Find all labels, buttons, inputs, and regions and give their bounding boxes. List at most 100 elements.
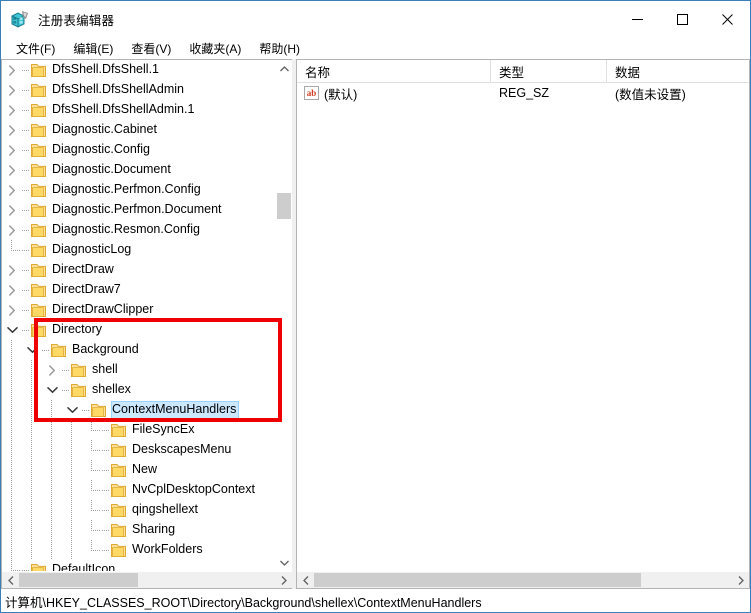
column-header-name[interactable]: 名称 [297, 60, 491, 82]
tree-item-new[interactable]: New [2, 460, 275, 480]
tree-horizontal-scrollbar[interactable] [2, 571, 292, 588]
tree-item-diagnostic-resmon-config[interactable]: Diagnostic.Resmon.Config [2, 220, 275, 240]
tree-item-shell[interactable]: shell [2, 360, 275, 380]
tree-item-directory[interactable]: Directory [2, 320, 275, 340]
tree-indent-guide [42, 400, 62, 420]
tree-hscroll-track[interactable] [19, 572, 275, 588]
expand-chevron-right-icon[interactable] [2, 100, 22, 120]
menu-file[interactable]: 文件(F) [7, 38, 64, 59]
tree-connector [22, 280, 30, 300]
scroll-up-arrow-icon[interactable] [276, 60, 292, 77]
tree-item-directdraw[interactable]: DirectDraw [2, 260, 275, 280]
collapse-chevron-down-icon[interactable] [62, 400, 82, 420]
scroll-down-arrow-icon[interactable] [276, 554, 292, 571]
tree-item-diagnostic-cabinet[interactable]: Diagnostic.Cabinet [2, 120, 275, 140]
expand-chevron-right-icon[interactable] [2, 60, 22, 80]
tree-item-diagnostic-config[interactable]: Diagnostic.Config [2, 140, 275, 160]
menu-edit[interactable]: 编辑(E) [64, 38, 122, 59]
tree-vertical-scrollbar[interactable] [275, 60, 292, 571]
tree-item-workfolders[interactable]: WorkFolders [2, 540, 275, 560]
expand-chevron-right-icon[interactable] [2, 120, 22, 140]
folder-icon [70, 383, 87, 398]
tree-scroll-thumb[interactable] [277, 193, 291, 219]
tree-item-dfsshell-dfsshelladmin-1[interactable]: DfsShell.DfsShellAdmin.1 [2, 100, 275, 120]
tree-item-diagnosticlog[interactable]: DiagnosticLog [2, 240, 275, 260]
tree-item-defaulticon[interactable]: DefaultIcon [2, 560, 275, 571]
list-hscroll-track[interactable] [314, 572, 732, 588]
tree-item-label: Diagnostic.Perfmon.Config [52, 182, 201, 196]
tree-item-directdraw7[interactable]: DirectDraw7 [2, 280, 275, 300]
tree-item-diagnostic-perfmon-document[interactable]: Diagnostic.Perfmon.Document [2, 200, 275, 220]
tree-item-label: DirectDraw [52, 262, 114, 276]
collapse-chevron-down-icon[interactable] [2, 320, 22, 340]
menu-favorites[interactable]: 收藏夹(A) [180, 38, 250, 59]
folder-icon [110, 543, 127, 558]
expand-chevron-right-icon[interactable] [2, 280, 22, 300]
tree-item-shellex[interactable]: shellex [2, 380, 275, 400]
tree-connector [22, 160, 30, 180]
tree-item-sharing[interactable]: Sharing [2, 520, 275, 540]
tree-item-dfsshell-dfsshell-1[interactable]: DfsShell.DfsShell.1 [2, 60, 275, 80]
expand-chevron-right-icon[interactable] [2, 80, 22, 100]
collapse-chevron-down-icon[interactable] [22, 340, 42, 360]
expand-chevron-right-icon[interactable] [2, 140, 22, 160]
tree-hscroll-thumb[interactable] [19, 573, 138, 587]
tree-item-label: DeskscapesMenu [132, 442, 232, 456]
tree-connector [82, 500, 102, 520]
scroll-left-arrow-icon[interactable] [297, 572, 314, 588]
tree-item-deskscapesmenu[interactable]: DeskscapesMenu [2, 440, 275, 460]
tree-item-dfsshell-dfsshelladmin[interactable]: DfsShell.DfsShellAdmin [2, 80, 275, 100]
tree-viewport: DfsShell.DfsShell.1 DfsShell.DfsShellAdmi… [2, 60, 292, 571]
value-type-cell: REG_SZ [499, 86, 550, 100]
folder-icon [30, 183, 47, 198]
tree-item-contextmenuhandlers[interactable]: ContextMenuHandlers [2, 400, 275, 420]
expand-chevron-right-icon[interactable] [2, 300, 22, 320]
folder-icon [90, 403, 107, 418]
column-header-type[interactable]: 类型 [491, 60, 607, 82]
list-horizontal-scrollbar[interactable] [297, 571, 749, 588]
expand-chevron-right-icon[interactable] [2, 220, 22, 240]
tree-item-directdrawclipper[interactable]: DirectDrawClipper [2, 300, 275, 320]
tree-connector [82, 480, 102, 500]
list-hscroll-thumb[interactable] [314, 573, 641, 587]
value-row[interactable]: ab (默认) REG_SZ (数值未设置) [297, 83, 749, 103]
expand-chevron-right-icon[interactable] [2, 260, 22, 280]
status-path: 计算机\HKEY_CLASSES_ROOT\Directory\Backgrou… [5, 595, 482, 610]
close-button[interactable] [705, 1, 750, 37]
folder-icon [30, 143, 47, 158]
tree-scroll-track[interactable] [276, 77, 292, 554]
tree-item-label: Diagnostic.Cabinet [52, 122, 157, 136]
tree-item-filesyncex[interactable]: FileSyncEx [2, 420, 275, 440]
tree-item-diagnostic-perfmon-config[interactable]: Diagnostic.Perfmon.Config [2, 180, 275, 200]
maximize-button[interactable] [660, 1, 705, 37]
tree-connector [22, 180, 30, 200]
tree-indent-guide [42, 520, 62, 540]
folder-icon [110, 443, 127, 458]
tree-item-label: Diagnostic.Perfmon.Document [52, 202, 222, 216]
collapse-chevron-down-icon[interactable] [42, 380, 62, 400]
scroll-left-arrow-icon[interactable] [2, 572, 19, 588]
folder-icon [110, 523, 127, 538]
tree-indent-guide [2, 380, 22, 400]
tree-indent-guide [2, 420, 22, 440]
minimize-button[interactable] [615, 1, 660, 37]
expand-chevron-right-icon[interactable] [42, 360, 62, 380]
scroll-right-arrow-icon[interactable] [275, 572, 292, 588]
tree-item-label: Diagnostic.Config [52, 142, 150, 156]
tree-item-label: WorkFolders [132, 542, 203, 556]
expand-chevron-right-icon[interactable] [2, 180, 22, 200]
tree-item-qingshellext[interactable]: qingshellext [2, 500, 275, 520]
values-column-headers: 名称 类型 数据 [297, 60, 749, 83]
scroll-right-arrow-icon[interactable] [732, 572, 749, 588]
expand-chevron-right-icon[interactable] [2, 160, 22, 180]
menu-view[interactable]: 查看(V) [122, 38, 180, 59]
tree-item-nvcpldesktopcontext[interactable]: NvCplDesktopContext [2, 480, 275, 500]
tree-item-diagnostic-document[interactable]: Diagnostic.Document [2, 160, 275, 180]
values-list[interactable]: ab (默认) REG_SZ (数值未设置) [297, 83, 749, 571]
registry-key-tree[interactable]: DfsShell.DfsShell.1 DfsShell.DfsShellAdmi… [2, 60, 275, 571]
folder-icon [30, 563, 47, 571]
column-header-data[interactable]: 数据 [607, 60, 749, 82]
menu-help[interactable]: 帮助(H) [250, 38, 309, 59]
expand-chevron-right-icon[interactable] [2, 200, 22, 220]
tree-item-background[interactable]: Background [2, 340, 275, 360]
